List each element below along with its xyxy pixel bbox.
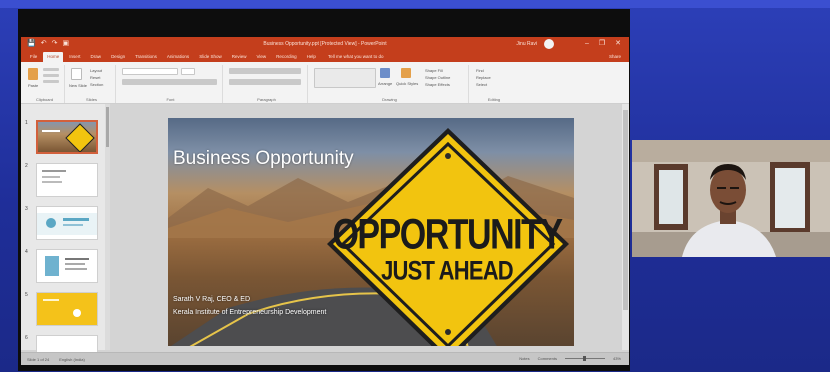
current-slide[interactable]: Business Opportunity OPPORTUNITY JUST AH… bbox=[168, 118, 574, 346]
font-format-buttons[interactable] bbox=[122, 79, 217, 85]
editing-group-label: Editing bbox=[487, 97, 501, 102]
layout-button[interactable]: Layout bbox=[90, 68, 102, 73]
drawing-group-label: Drawing bbox=[382, 97, 397, 102]
tab-help[interactable]: Help bbox=[303, 52, 320, 62]
status-right-controls: Notes Comments 43% bbox=[519, 356, 621, 361]
thumbnail-number: 5 bbox=[25, 292, 28, 298]
document-title: Business Opportunity.ppt [Protected View… bbox=[263, 41, 387, 47]
ribbon-tabs: File Home Insert Draw Design Transitions… bbox=[21, 51, 629, 62]
tab-transitions[interactable]: Transitions bbox=[131, 52, 161, 62]
shape-fill-button[interactable]: Shape Fill bbox=[425, 68, 443, 73]
tab-design[interactable]: Design bbox=[107, 52, 129, 62]
clipboard-group-label: Clipboard bbox=[35, 97, 54, 102]
paste-label: Paste bbox=[28, 83, 39, 88]
window-controls: – ❐ ✕ bbox=[585, 37, 621, 51]
user-avatar[interactable] bbox=[544, 39, 554, 49]
tab-home[interactable]: Home bbox=[43, 52, 64, 62]
ribbon: Paste Clipboard New Slide Layout Reset S… bbox=[21, 62, 629, 104]
sign-text-opportunity: OPPORTUNITY bbox=[332, 211, 563, 259]
tell-me-search[interactable]: Tell me what you want to do bbox=[328, 52, 384, 62]
paste-icon[interactable] bbox=[28, 68, 38, 80]
new-slide-icon[interactable] bbox=[71, 68, 82, 80]
zoom-slider[interactable] bbox=[564, 356, 605, 361]
cut-icon[interactable] bbox=[43, 68, 59, 71]
zoom-slider-knob[interactable] bbox=[582, 356, 586, 361]
editing-group: Find Replace Select Editing bbox=[472, 65, 516, 103]
replace-button[interactable]: Replace bbox=[476, 75, 491, 80]
share-button[interactable]: Share bbox=[609, 52, 621, 62]
align-buttons[interactable] bbox=[229, 79, 301, 85]
thumbnail-image bbox=[36, 206, 98, 240]
thumbnail-image bbox=[36, 120, 98, 154]
clipboard-group: Paste Clipboard bbox=[25, 65, 65, 103]
copy-icon[interactable] bbox=[43, 74, 59, 77]
opportunity-sign[interactable]: OPPORTUNITY JUST AHEAD bbox=[323, 126, 573, 346]
status-bar: Slide 1 of 24 English (India) Notes Comm… bbox=[21, 352, 629, 365]
tab-review[interactable]: Review bbox=[228, 52, 251, 62]
tab-view[interactable]: View bbox=[252, 52, 270, 62]
tab-file[interactable]: File bbox=[26, 52, 41, 62]
section-button[interactable]: Section bbox=[90, 82, 103, 87]
paragraph-group: Paragraph bbox=[226, 65, 308, 103]
arrange-label: Arrange bbox=[378, 81, 393, 86]
thumbnail-image bbox=[36, 292, 98, 326]
shapes-gallery[interactable] bbox=[314, 68, 376, 88]
presenter-info[interactable]: Sarath V Raj, CEO & ED Kerala Institute … bbox=[173, 295, 326, 317]
minimize-button[interactable]: – bbox=[585, 37, 589, 51]
format-painter-icon[interactable] bbox=[43, 80, 59, 83]
find-button[interactable]: Find bbox=[476, 68, 484, 73]
presenter-organization: Kerala Institute of Entrepreneurship Dev… bbox=[173, 309, 327, 316]
font-group-label: Font bbox=[166, 97, 175, 102]
font-group: Font bbox=[119, 65, 223, 103]
participant-video-tile[interactable] bbox=[632, 140, 830, 257]
thumbnail-number: 4 bbox=[25, 249, 28, 255]
shape-effects-button[interactable]: Shape Effects bbox=[425, 82, 450, 87]
shape-outline-button[interactable]: Shape Outline bbox=[425, 75, 450, 80]
tab-draw[interactable]: Draw bbox=[87, 52, 106, 62]
thumbnail-number: 1 bbox=[25, 120, 28, 126]
sign-text-just-ahead: JUST AHEAD bbox=[381, 255, 514, 286]
tab-recording[interactable]: Recording bbox=[272, 52, 301, 62]
arrange-icon[interactable] bbox=[380, 68, 390, 78]
slides-group: New Slide Layout Reset Section Slides bbox=[68, 65, 116, 103]
powerpoint-window: 💾 ↶ ↷ ▣ Business Opportunity.ppt [Protec… bbox=[21, 37, 629, 365]
notes-button[interactable]: Notes bbox=[519, 356, 529, 361]
meeting-top-strip bbox=[0, 0, 830, 8]
thumbnail-number: 3 bbox=[25, 206, 28, 212]
title-bar: 💾 ↶ ↷ ▣ Business Opportunity.ppt [Protec… bbox=[21, 37, 629, 51]
participant-video bbox=[632, 140, 830, 257]
language-indicator[interactable]: English (India) bbox=[59, 357, 85, 362]
tab-slide-show[interactable]: Slide Show bbox=[195, 52, 226, 62]
tab-animations[interactable]: Animations bbox=[163, 52, 193, 62]
quick-styles-label: Quick Styles bbox=[396, 81, 419, 86]
thumbnail-image bbox=[36, 249, 98, 283]
canvas-scroll-thumb[interactable] bbox=[623, 110, 628, 310]
font-size-box[interactable] bbox=[181, 68, 195, 75]
slide-editing-area: Business Opportunity OPPORTUNITY JUST AH… bbox=[110, 104, 629, 350]
drawing-group: Arrange Quick Styles Shape Fill Shape Ou… bbox=[311, 65, 469, 103]
slide-position: Slide 1 of 24 bbox=[27, 356, 50, 362]
comments-button[interactable]: Comments bbox=[538, 356, 557, 361]
new-slide-label: New Slide bbox=[69, 83, 88, 88]
font-name-box[interactable] bbox=[122, 68, 178, 75]
presenter-name: Sarath V Raj, CEO & ED bbox=[173, 296, 251, 303]
slide-thumbnails-pane: 1 2 3 4 5 6 bbox=[21, 104, 105, 365]
zoom-level[interactable]: 43% bbox=[613, 356, 621, 361]
maximize-button[interactable]: ❐ bbox=[599, 37, 605, 51]
paragraph-group-label: Paragraph bbox=[257, 97, 276, 102]
user-name[interactable]: Jinu Ravi bbox=[516, 37, 537, 51]
thumbnail-scroll-thumb[interactable] bbox=[106, 107, 109, 147]
tab-insert[interactable]: Insert bbox=[65, 52, 84, 62]
slides-group-label: Slides bbox=[86, 97, 97, 102]
thumbnail-number: 6 bbox=[25, 335, 28, 341]
close-button[interactable]: ✕ bbox=[615, 37, 621, 51]
thumbnail-image bbox=[36, 163, 98, 197]
thumbnail-number: 2 bbox=[25, 163, 28, 169]
quick-styles-icon[interactable] bbox=[401, 68, 411, 78]
reset-button[interactable]: Reset bbox=[90, 75, 100, 80]
list-buttons[interactable] bbox=[229, 68, 301, 74]
select-button[interactable]: Select bbox=[476, 82, 487, 87]
